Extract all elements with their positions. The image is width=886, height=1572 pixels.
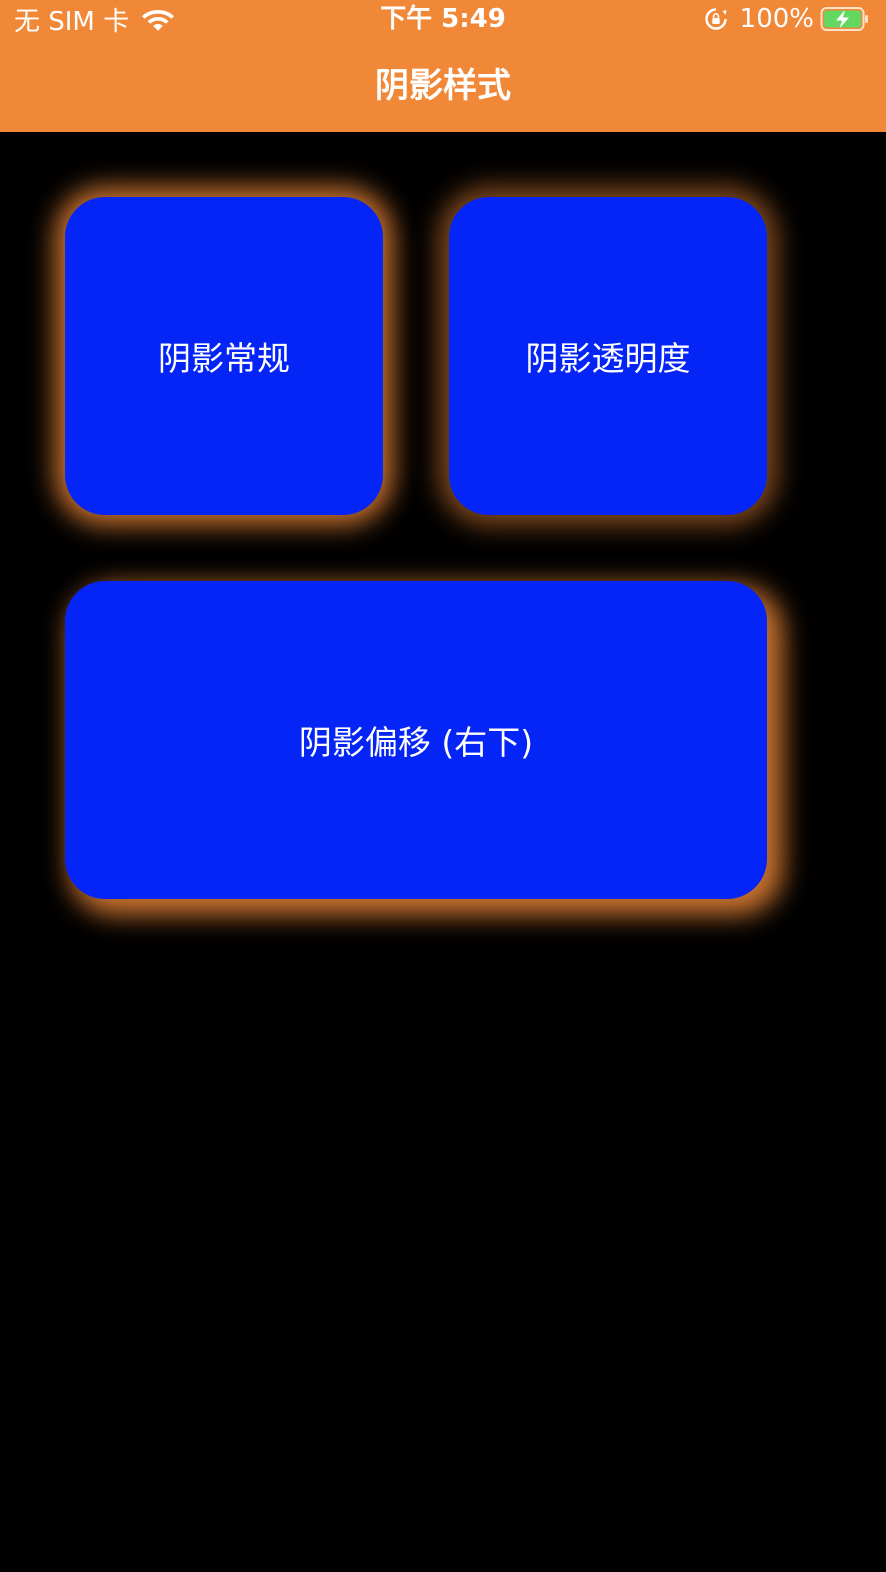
battery-charging-icon — [820, 7, 868, 31]
screen: 无 SIM 卡 下午 5:49 100% 阴影样式 阴影常规 阴影透明度 阴影偏… — [0, 0, 886, 1572]
shadow-offset-label: 阴影偏移 (右下) — [298, 723, 534, 762]
shadow-normal-button[interactable]: 阴影常规 — [65, 197, 383, 515]
shadow-offset-button[interactable]: 阴影偏移 (右下) — [65, 581, 767, 899]
battery-percent: 100% — [739, 4, 814, 34]
top-bar: 无 SIM 卡 下午 5:49 100% 阴影样式 — [0, 0, 886, 132]
page-title: 阴影样式 — [375, 66, 511, 106]
lock-rotation-icon — [704, 8, 727, 30]
shadow-opacity-button[interactable]: 阴影透明度 — [449, 197, 767, 515]
status-right: 100% — [704, 2, 870, 36]
shadow-opacity-label: 阴影透明度 — [525, 339, 691, 378]
status-bar: 无 SIM 卡 下午 5:49 100% — [0, 0, 886, 40]
shadow-normal-label: 阴影常规 — [158, 339, 290, 378]
